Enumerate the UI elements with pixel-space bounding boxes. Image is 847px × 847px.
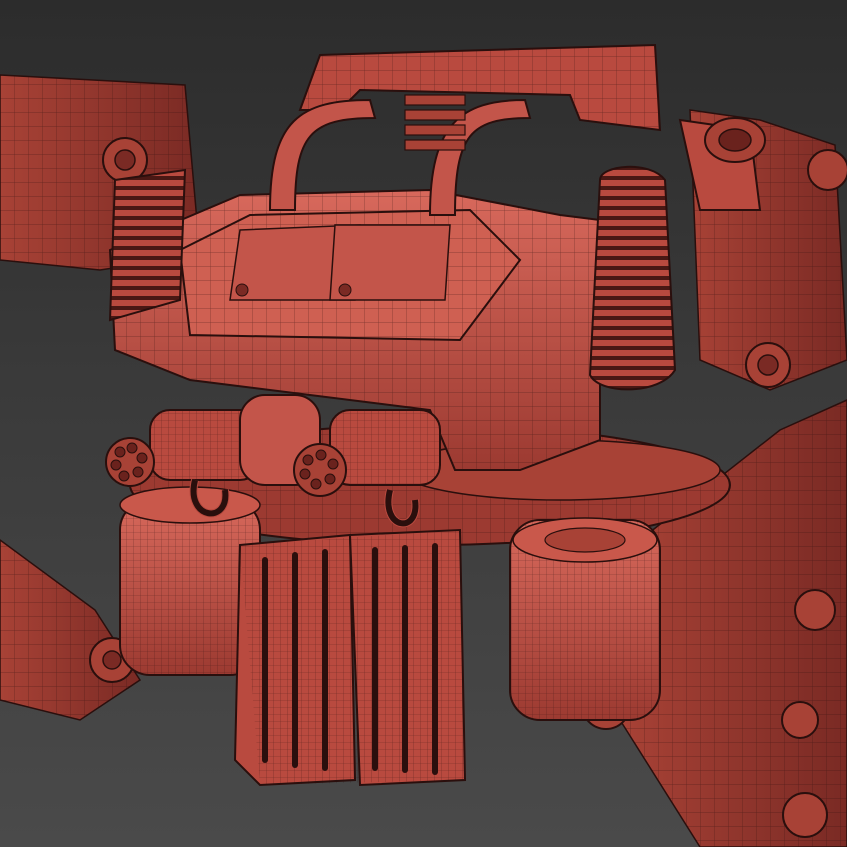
left-gatling-gun (105, 394, 321, 487)
left-side-grill (108, 168, 187, 322)
right-side-grill (588, 165, 677, 391)
mech-render (0, 43, 847, 847)
3d-viewport[interactable] (0, 0, 847, 847)
right-cylinder-tank (509, 517, 661, 721)
front-grill-plates (233, 528, 467, 787)
